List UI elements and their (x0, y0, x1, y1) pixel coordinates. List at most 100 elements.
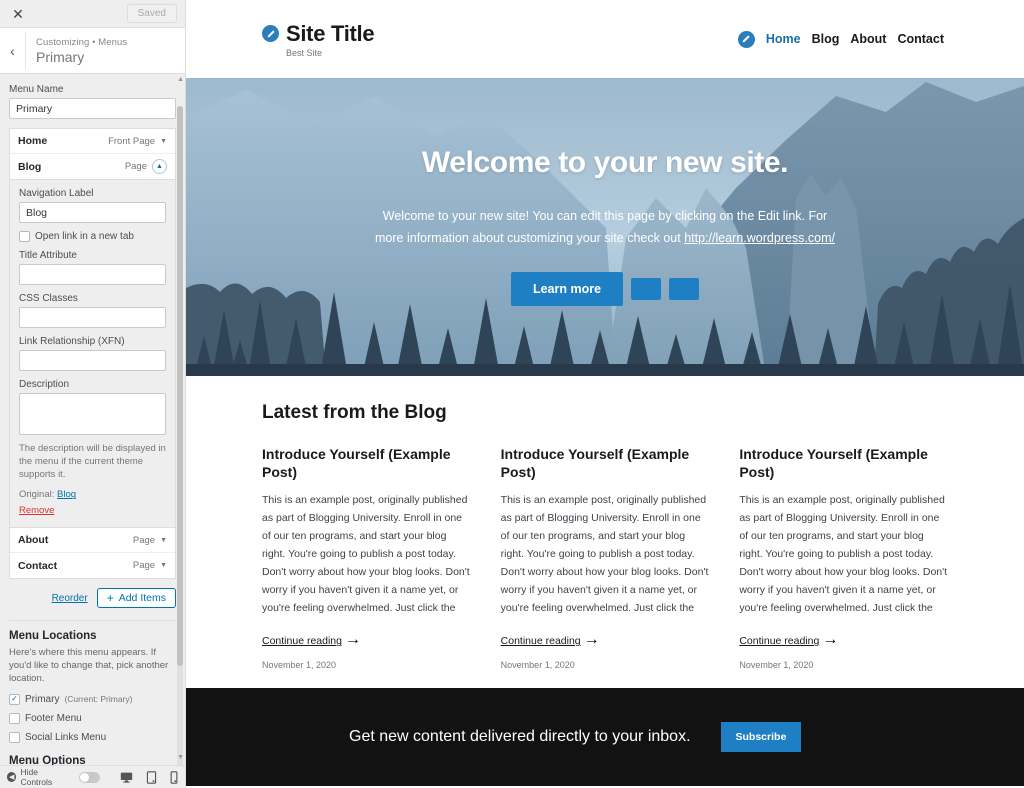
location-footer-label: Footer Menu (25, 712, 82, 724)
menu-items-list: Home Front Page ▼ Blog Page ▲ (9, 128, 176, 180)
menu-locations-section: Menu Locations Here's where this menu ap… (9, 630, 176, 743)
hide-controls-toggle[interactable] (79, 771, 100, 783)
post-grid: Introduce Yourself (Example Post) This i… (262, 446, 948, 670)
subscribe-text: Get new content delivered directly to yo… (349, 728, 691, 746)
menu-item-home[interactable]: Home Front Page ▼ (10, 129, 175, 154)
pencil-icon (737, 30, 755, 48)
subscribe-section: Get new content delivered directly to yo… (186, 688, 1024, 787)
mobile-preview-icon[interactable] (170, 770, 178, 784)
add-items-button[interactable]: + Add Items (96, 588, 176, 609)
menu-name-input[interactable] (9, 98, 176, 119)
nav-link-about[interactable]: About (850, 32, 886, 46)
menu-options-title: Menu Options (9, 754, 86, 765)
nav-link-blog[interactable]: Blog (812, 32, 840, 46)
continue-reading-link[interactable]: Continue reading (262, 635, 342, 647)
post-excerpt: This is an example post, originally publ… (262, 494, 470, 615)
location-primary-label: Primary (25, 693, 60, 705)
chevron-up-icon[interactable]: ▲ (152, 159, 167, 174)
navigation-label-label: Navigation Label (19, 188, 94, 199)
reorder-link[interactable]: Reorder (52, 593, 88, 604)
saved-button[interactable]: Saved (126, 4, 177, 23)
open-new-tab-row[interactable]: Open link in a new tab (19, 231, 166, 242)
location-social-label: Social Links Menu (25, 731, 107, 743)
xfn-input[interactable] (19, 350, 166, 371)
site-title[interactable]: Site Title (286, 21, 375, 47)
location-social-row[interactable]: Social Links Menu (9, 731, 176, 743)
menu-name-label: Menu Name (9, 84, 64, 95)
device-preview-icons (120, 770, 178, 784)
nav-link-contact[interactable]: Contact (897, 32, 944, 46)
original-row: Original: Blog (19, 489, 166, 500)
title-attribute-input[interactable] (19, 264, 166, 285)
scroll-down-arrow-icon[interactable]: ▼ (177, 754, 184, 761)
post-card: Introduce Yourself (Example Post) This i… (739, 446, 948, 670)
menu-locations-title: Menu Locations (9, 630, 97, 643)
plus-icon: + (106, 591, 114, 606)
blog-section: Latest from the Blog Introduce Yourself … (186, 376, 1024, 670)
back-chevron-icon[interactable]: ‹ (0, 32, 26, 69)
title-attribute-label: Title Attribute (19, 250, 77, 261)
nav-link-home[interactable]: Home (766, 32, 801, 46)
menu-item-about[interactable]: About Page ▼ (10, 528, 175, 554)
sidebar-scrollbar[interactable] (177, 106, 183, 765)
subscribe-button[interactable]: Subscribe (720, 722, 802, 753)
scroll-up-arrow-icon[interactable]: ▲ (177, 76, 184, 83)
continue-reading-link[interactable]: Continue reading (501, 635, 581, 647)
checkbox-location-footer[interactable] (9, 712, 20, 724)
menu-items-list-after: About Page ▼ Contact Page ▼ (9, 528, 176, 580)
menu-options-section: Menu Options Automatically add new top-l… (9, 755, 176, 765)
chevron-down-icon[interactable]: ▼ (160, 537, 167, 544)
menu-item-type: Page (132, 560, 156, 572)
menu-item-blog[interactable]: Blog Page ▲ (10, 154, 175, 179)
panel-header: ‹ Customizing • Menus Primary (0, 28, 185, 74)
location-footer-row[interactable]: Footer Menu (9, 712, 176, 724)
site-header: Site Title Best Site Home Blog About Con… (186, 0, 1024, 78)
menu-item-label: Home (18, 135, 48, 147)
original-link[interactable]: Blog (57, 489, 76, 500)
remove-menu-item-link[interactable]: Remove (19, 505, 54, 516)
navigation-label-input[interactable] (19, 202, 166, 223)
hide-controls-group[interactable]: ◀ Hide Controls (7, 767, 69, 787)
menu-locations-description: Here's where this menu appears. If you'd… (9, 647, 169, 685)
location-primary-row[interactable]: ✓ Primary (Current: Primary) (9, 693, 176, 705)
menu-item-type: Page (132, 534, 156, 546)
post-date: November 1, 2020 (500, 660, 575, 671)
chevron-down-icon[interactable]: ▼ (160, 138, 167, 145)
hero-link[interactable]: http://learn.wordpress.com/ (684, 231, 835, 245)
hero-secondary-button-1[interactable] (631, 277, 662, 300)
close-icon[interactable]: ✕ (8, 7, 28, 21)
description-textarea[interactable] (19, 393, 166, 435)
checkbox-location-primary[interactable]: ✓ (9, 693, 20, 705)
tablet-preview-icon[interactable] (146, 770, 157, 784)
site-tagline: Best Site (286, 47, 323, 58)
page-title: Primary (36, 48, 85, 65)
checkbox-open-new-tab[interactable] (19, 231, 30, 242)
hide-controls-icon: ◀ (7, 772, 17, 782)
post-excerpt: This is an example post, originally publ… (500, 494, 709, 615)
learn-more-button[interactable]: Learn more (510, 271, 624, 306)
menu-item-label: About (18, 534, 49, 547)
menu-item-label: Blog (18, 160, 42, 173)
menu-actions-row: Reorder + Add Items (9, 588, 176, 609)
site-branding: Site Title Best Site (262, 21, 375, 58)
arrow-right-icon: → (344, 631, 361, 649)
menu-item-contact[interactable]: Contact Page ▼ (10, 553, 175, 579)
post-title[interactable]: Introduce Yourself (Example Post) (262, 446, 471, 481)
location-primary-note: (Current: Primary) (64, 694, 133, 705)
post-title[interactable]: Introduce Yourself (Example Post) (501, 446, 710, 481)
css-classes-input[interactable] (19, 307, 166, 328)
menu-name-group: Menu Name (9, 84, 176, 119)
desktop-preview-icon[interactable] (120, 771, 133, 784)
post-card: Introduce Yourself (Example Post) This i… (501, 446, 710, 670)
continue-reading-link[interactable]: Continue reading (739, 635, 819, 647)
chevron-down-icon[interactable]: ▼ (160, 562, 167, 569)
hide-controls-label: Hide Controls (20, 767, 53, 787)
original-prefix: Original: (19, 489, 55, 501)
checkbox-location-social[interactable] (9, 731, 20, 743)
scrollbar-thumb[interactable] (177, 106, 183, 666)
description-label: Description (19, 379, 70, 390)
post-title[interactable]: Introduce Yourself (Example Post) (739, 446, 948, 481)
hero-secondary-button-2[interactable] (669, 277, 700, 300)
sidebar-scroll-area[interactable]: Menu Name Home Front Page ▼ Blog Page ▲ (0, 74, 185, 765)
site-preview[interactable]: Site Title Best Site Home Blog About Con… (186, 0, 1024, 788)
